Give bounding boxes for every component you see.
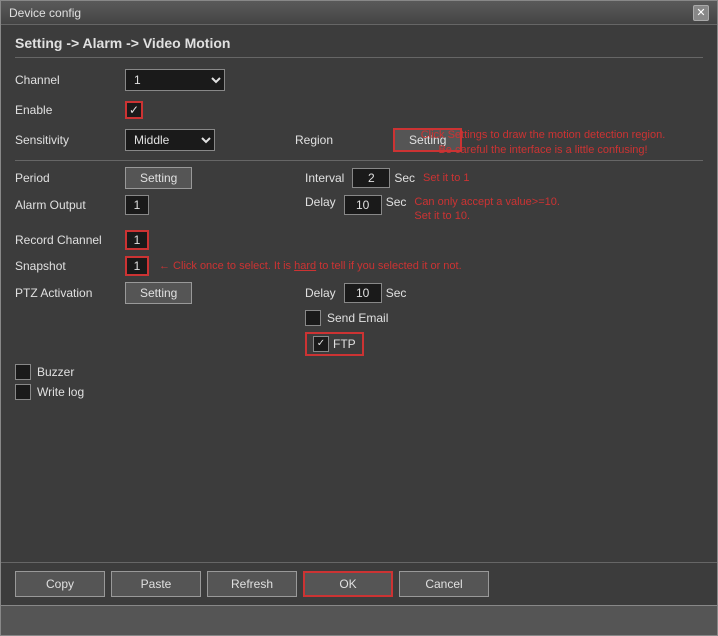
period-label: Period xyxy=(15,171,125,185)
write-log-row: Write log xyxy=(15,384,703,400)
send-email-label: Send Email xyxy=(327,311,388,325)
channel-select[interactable]: 1 xyxy=(125,69,225,91)
copy-button[interactable]: Copy xyxy=(15,571,105,597)
refresh-button[interactable]: Refresh xyxy=(207,571,297,597)
ptz-label: PTZ Activation xyxy=(15,286,125,300)
delay-note: Can only accept a value>=10. Set it to 1… xyxy=(414,195,574,224)
ftp-container: FTP xyxy=(305,332,364,356)
buzzer-row: Buzzer xyxy=(15,364,703,380)
cancel-button[interactable]: Cancel xyxy=(399,571,489,597)
buzzer-label: Buzzer xyxy=(37,365,74,379)
delay-label: Delay xyxy=(305,195,336,209)
region-label: Region xyxy=(295,133,333,147)
hint-text: Click Settings to draw the motion detect… xyxy=(403,128,683,159)
paste-button[interactable]: Paste xyxy=(111,571,201,597)
send-email-checkbox[interactable] xyxy=(305,310,321,326)
alarm-output-value[interactable]: 1 xyxy=(125,195,149,215)
snapshot-label: Snapshot xyxy=(15,259,125,273)
sensitivity-label: Sensitivity xyxy=(15,133,125,147)
content-area: Setting -> Alarm -> Video Motion Click S… xyxy=(1,25,717,556)
breadcrumb: Setting -> Alarm -> Video Motion xyxy=(15,35,703,58)
interval-input[interactable] xyxy=(352,168,390,188)
enable-checkbox[interactable] xyxy=(125,101,143,119)
sensitivity-select[interactable]: Middle Low High xyxy=(125,129,215,151)
buzzer-checkbox[interactable] xyxy=(15,364,31,380)
snapshot-note: ← Click once to select. It is hard to te… xyxy=(159,260,462,272)
write-log-checkbox[interactable] xyxy=(15,384,31,400)
ptz-delay-input[interactable] xyxy=(344,283,382,303)
ftp-checkbox[interactable] xyxy=(313,336,329,352)
interval-note: Set it to 1 xyxy=(423,172,469,184)
footer: Copy Paste Refresh OK Cancel xyxy=(1,562,717,605)
interval-label: Interval xyxy=(305,171,344,185)
ptz-delay-label: Delay xyxy=(305,286,336,300)
ftp-label: FTP xyxy=(333,337,356,351)
record-channel-label: Record Channel xyxy=(15,233,125,247)
bottom-checkboxes: Buzzer Write log xyxy=(15,364,703,400)
channel-row: Channel 1 xyxy=(15,68,703,92)
snapshot-value[interactable]: 1 xyxy=(125,256,149,276)
close-button[interactable]: ✕ xyxy=(693,5,709,21)
enable-label: Enable xyxy=(15,103,125,117)
period-setting-button[interactable]: Setting xyxy=(125,167,192,189)
interval-unit: Sec xyxy=(394,171,415,185)
ptz-delay-unit: Sec xyxy=(386,286,407,300)
alarm-output-label: Alarm Output xyxy=(15,198,125,212)
ptz-setting-button[interactable]: Setting xyxy=(125,282,192,304)
hint-line2: Be careful the interface is a little con… xyxy=(438,144,647,156)
enable-row: Enable xyxy=(15,98,703,122)
main-body: Click Settings to draw the motion detect… xyxy=(15,68,703,546)
delay-unit: Sec xyxy=(386,195,407,209)
hint-line1: Click Settings to draw the motion detect… xyxy=(421,129,666,141)
write-log-label: Write log xyxy=(37,385,84,399)
bottom-bar xyxy=(1,605,717,635)
record-channel-value[interactable]: 1 xyxy=(125,230,149,250)
window-title: Device config xyxy=(9,6,81,20)
ok-button[interactable]: OK xyxy=(303,571,393,597)
channel-label: Channel xyxy=(15,73,125,87)
divider-1 xyxy=(15,160,703,161)
title-bar: Device config ✕ xyxy=(1,1,717,25)
main-window: Device config ✕ Setting -> Alarm -> Vide… xyxy=(0,0,718,636)
delay-input[interactable] xyxy=(344,195,382,215)
